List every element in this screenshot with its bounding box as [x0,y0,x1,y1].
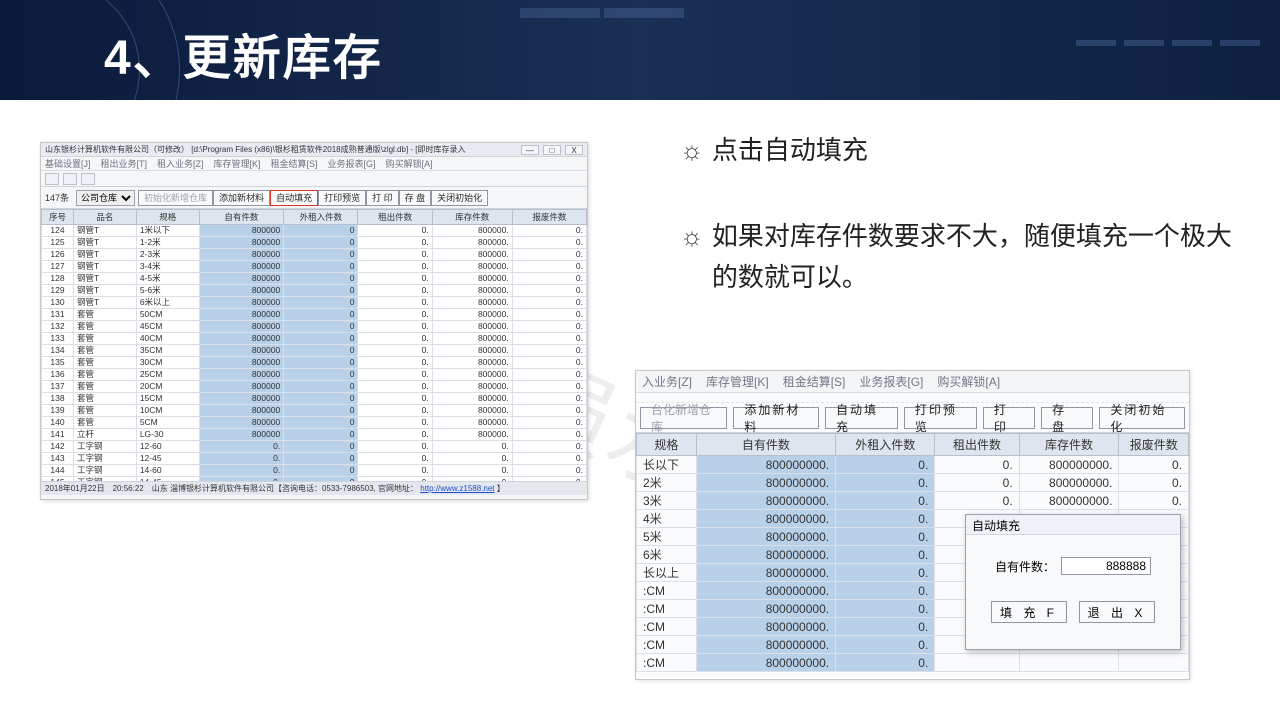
main-toolbar: 台化新增仓库添加新材料自动填充打印预览打 印存 盘关闭初始化 [636,403,1189,433]
toolbar-button[interactable]: 打 印 [983,407,1035,429]
icon-toolbar [41,171,587,187]
maximize-button[interactable]: □ [543,145,561,155]
sun-icon: ☼ [680,130,704,172]
toolbar-button[interactable]: 自动填充 [825,407,898,429]
deco-bars [1076,40,1260,46]
menu-item[interactable]: 入业务[Z] [642,373,692,390]
menu-item[interactable]: 租金结算[S] [783,373,846,390]
toolbar-button[interactable]: 台化新增仓库 [640,407,727,429]
window-titlebar: 山东银杉计算机软件有限公司（可修改） [d:\Program Files (x8… [41,143,587,157]
dialog-title: 自动填充 [966,515,1180,535]
page-title: 4、更新库存 [104,18,383,88]
menu-item[interactable]: 业务报表[G] [328,157,376,170]
tool-icon[interactable] [63,173,77,185]
menu-item[interactable]: 租金结算[S] [271,157,318,170]
toolbar-button[interactable]: 存 盘 [1041,407,1093,429]
menu-item[interactable]: 业务报表[G] [859,373,923,390]
data-grid[interactable]: 序号品名规格自有件数外租入件数租出件数库存件数报废件数124钢管T1米以下800… [41,209,587,481]
field-label: 自有件数： [995,558,1055,575]
exit-button[interactable]: 退 出 X [1079,601,1155,623]
own-count-input[interactable] [1061,557,1151,575]
menubar: 基础设置[J] 租出业务[T] 租入业务[Z] 库存管理[K] 租金结算[S] 业务报表[… [41,157,587,171]
menu-item[interactable]: 租出业务[T] [101,157,148,170]
window-title: 山东银杉计算机软件有限公司（可修改） [d:\Program Files (x8… [45,144,466,155]
toolbar-button[interactable]: 关闭初始化 [431,190,488,206]
status-link[interactable]: http://www.z1588.net [420,484,494,493]
minimize-button[interactable]: — [521,145,539,155]
fill-button[interactable]: 填 充 F [991,601,1067,623]
menu-item[interactable]: 库存管理[K] [214,157,261,170]
auto-fill-dialog: 自动填充 自有件数： 填 充 F 退 出 X [965,514,1181,650]
status-text: 山东 淄博银杉计算机软件有限公司【咨询电话：0533-7986503, 官网地址… [152,483,505,494]
menu-item[interactable]: 租入业务[Z] [157,157,204,170]
record-count: 147条 [45,191,69,204]
menubar: 入业务[Z] 库存管理[K] 租金结算[S] 业务报表[G] 购买解锁[A] [636,371,1189,393]
close-button[interactable]: X [565,145,583,155]
status-bar: 2018年01月22日 20:56:22 山东 淄博银杉计算机软件有限公司【咨询… [41,481,587,495]
toolbar-button[interactable]: 初始化新增仓库 [138,190,213,206]
toolbar-button[interactable]: 打 印 [366,190,399,206]
sun-icon: ☼ [680,216,704,299]
status-time: 20:56:22 [113,484,144,493]
tool-icon[interactable] [81,173,95,185]
bullet-text: 如果对库存件数要求不大，随便填充一个极大的数就可以。 [712,216,1240,299]
screenshot-full-window: 山东银杉计算机软件有限公司（可修改） [d:\Program Files (x8… [40,142,588,500]
toolbar-button[interactable]: 自动填充 [270,190,318,206]
slide-header-band: 4、更新库存 [0,0,1280,100]
main-toolbar: 147条 公司仓库 初始化新增仓库添加新材料自动填充打印预览打 印存 盘关闭初始… [41,187,587,209]
deco-bars-top [520,8,684,18]
tool-icon[interactable] [45,173,59,185]
menu-item[interactable]: 购买解锁[A] [937,373,1000,390]
bullet-item: ☼ 点击自动填充 [680,130,1240,172]
menu-item[interactable]: 基础设置[J] [45,157,91,170]
toolbar-button[interactable]: 添加新材料 [733,407,819,429]
toolbar-button[interactable]: 打印预览 [318,190,366,206]
bullet-item: ☼ 如果对库存件数要求不大，随便填充一个极大的数就可以。 [680,216,1240,299]
status-date: 2018年01月22日 [45,483,105,494]
spacer [636,393,1189,403]
toolbar-button[interactable]: 存 盘 [399,190,432,206]
toolbar-button[interactable]: 打印预览 [904,407,977,429]
toolbar-button[interactable]: 关闭初始化 [1099,407,1185,429]
menu-item[interactable]: 购买解锁[A] [386,157,433,170]
warehouse-select[interactable]: 公司仓库 [76,190,135,206]
bullet-text: 点击自动填充 [712,130,868,172]
bullet-list: ☼ 点击自动填充 ☼ 如果对库存件数要求不大，随便填充一个极大的数就可以。 [680,130,1240,343]
toolbar-button[interactable]: 添加新材料 [213,190,270,206]
menu-item[interactable]: 库存管理[K] [706,373,769,390]
